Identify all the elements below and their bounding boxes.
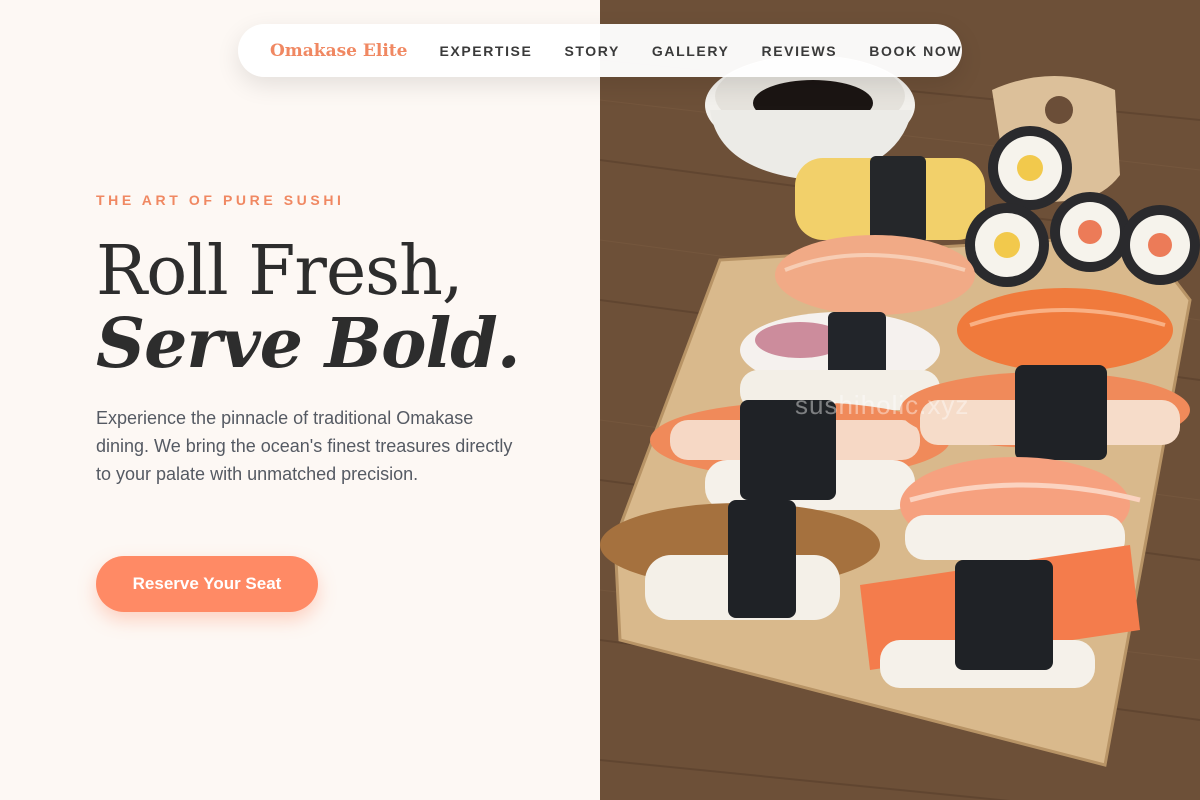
image-watermark: sushiholic.xyz bbox=[795, 390, 969, 420]
headline-line-2: Serve Bold. bbox=[96, 304, 521, 384]
top-navbar: Omakase Elite EXPERTISE STORY GALLERY RE… bbox=[238, 24, 962, 77]
headline-line-1: Roll Fresh, bbox=[96, 232, 463, 311]
sushi-image: sushiholic.xyz bbox=[600, 0, 1200, 800]
reserve-seat-button[interactable]: Reserve Your Seat bbox=[96, 556, 318, 612]
nav-link-reviews[interactable]: REVIEWS bbox=[761, 43, 837, 59]
nav-link-story[interactable]: STORY bbox=[564, 43, 619, 59]
hero-description: Experience the pinnacle of traditional O… bbox=[96, 408, 513, 484]
nav-link-book-now[interactable]: BOOK NOW bbox=[869, 43, 962, 59]
hero-headline: Roll Fresh, Serve Bold. bbox=[96, 232, 521, 384]
hero-section: THE ART OF PURE SUSHI Roll Fresh, Serve … bbox=[0, 0, 600, 800]
hero-eyebrow: THE ART OF PURE SUSHI bbox=[96, 192, 345, 208]
brand-logo[interactable]: Omakase Elite bbox=[270, 41, 407, 61]
nav-link-gallery[interactable]: GALLERY bbox=[652, 43, 730, 59]
nav-link-expertise[interactable]: EXPERTISE bbox=[439, 43, 532, 59]
